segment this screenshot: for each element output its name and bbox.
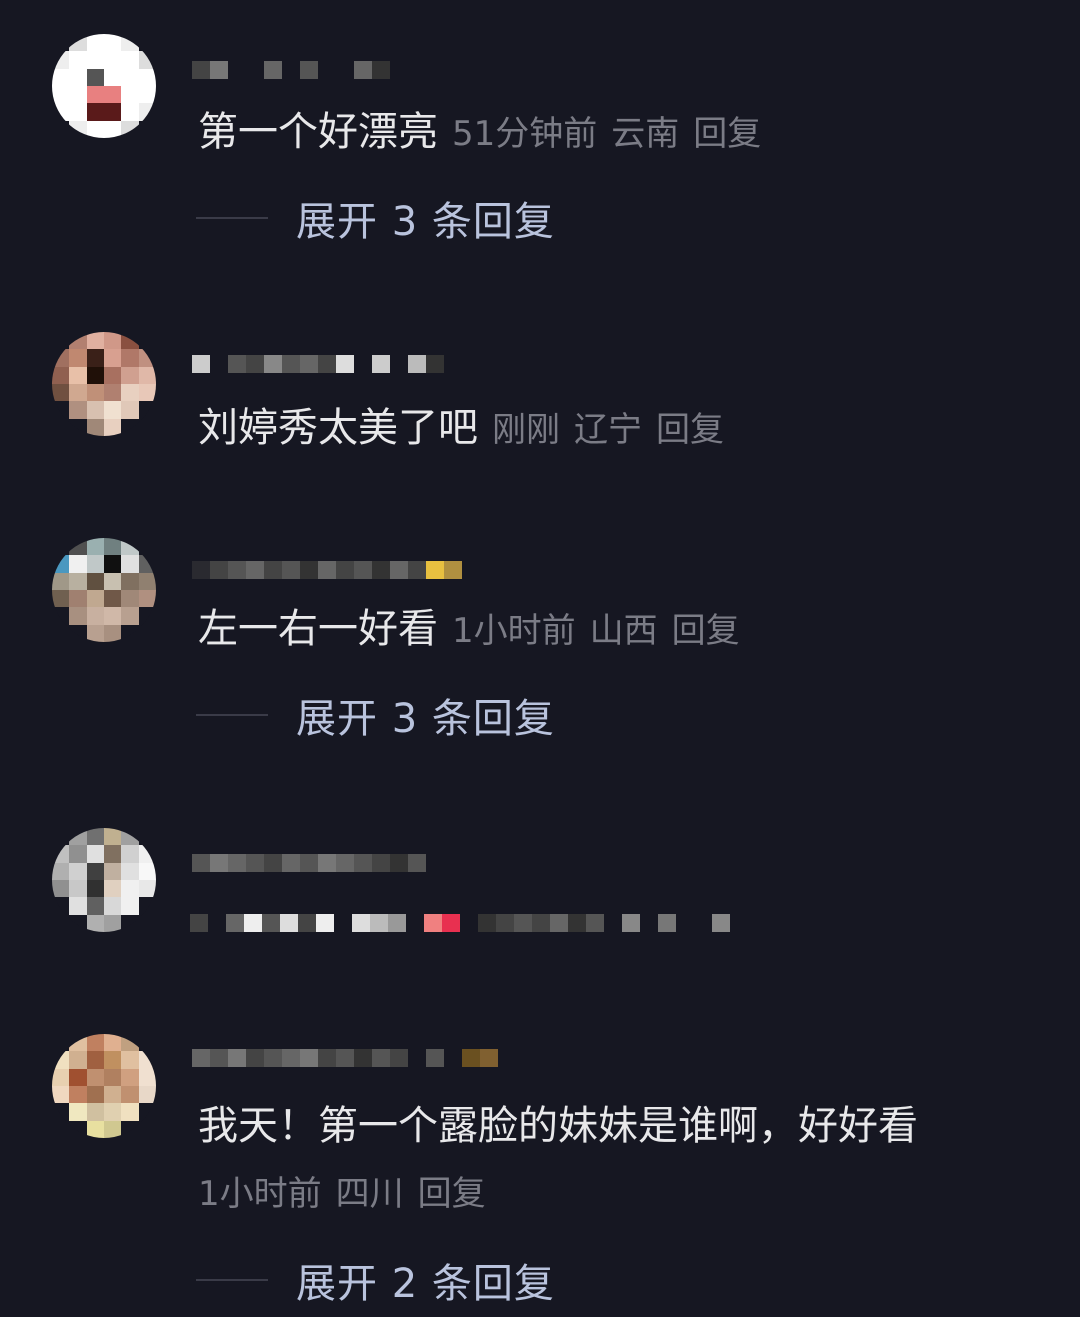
reply-button[interactable]: 回复 — [656, 410, 724, 450]
comment-meta: 1小时前 四川 回复 — [198, 1172, 486, 1216]
reply-button[interactable]: 回复 — [418, 1174, 486, 1214]
reply-button[interactable]: 回复 — [672, 611, 740, 651]
expand-replies-label: 展开 2 条回复 — [296, 1261, 555, 1307]
username[interactable] — [192, 1038, 498, 1078]
avatar[interactable] — [52, 538, 156, 642]
reply-button[interactable]: 回复 — [693, 114, 761, 154]
username[interactable] — [192, 550, 462, 590]
comment-text: 左一右一好看 1小时前 山西 回复 — [198, 603, 740, 657]
comment-meta: 1小时前 山西 回复 — [452, 611, 740, 651]
comment-location: 四川 — [335, 1174, 404, 1214]
avatar[interactable] — [52, 828, 156, 932]
expand-replies-button[interactable]: 展开 3 条回复 — [196, 690, 555, 742]
username[interactable] — [192, 50, 390, 90]
username[interactable] — [192, 843, 426, 883]
divider-line — [196, 217, 268, 219]
comment-time: 1小时前 — [198, 1174, 322, 1214]
comment-meta: 刚刚 辽宁 回复 — [492, 410, 724, 450]
comment-list: 第一个好漂亮 51分钟前 云南 回复 展开 3 条回复 刘婷秀太美了吧 刚刚 辽宁 回复 左… — [0, 0, 1080, 1317]
divider-line — [196, 1279, 268, 1281]
expand-replies-label: 展开 3 条回复 — [296, 199, 555, 245]
expand-replies-label: 展开 3 条回复 — [296, 696, 555, 742]
comment-text: 刘婷秀太美了吧 刚刚 辽宁 回复 — [198, 402, 724, 456]
avatar[interactable] — [52, 34, 156, 138]
expand-replies-button[interactable]: 展开 3 条回复 — [196, 193, 555, 245]
comment-body: 我天！第一个露脸的妹妹是谁啊，好好看 — [198, 1103, 918, 1149]
comment-text: 我天！第一个露脸的妹妹是谁啊，好好看 — [198, 1100, 918, 1152]
comment-time: 刚刚 — [492, 410, 560, 450]
comment-time: 51分钟前 — [452, 114, 598, 154]
comment-body: 左一右一好看 — [198, 606, 438, 652]
comment-location: 云南 — [611, 114, 680, 154]
expand-replies-button[interactable]: 展开 2 条回复 — [196, 1255, 555, 1307]
comment-text: 第一个好漂亮 51分钟前 云南 回复 — [198, 106, 761, 160]
divider-line — [196, 714, 268, 716]
username[interactable] — [192, 344, 444, 384]
pixelated-comment-text — [190, 898, 730, 948]
comment-body: 刘婷秀太美了吧 — [198, 405, 478, 451]
comment-meta: 51分钟前 云南 回复 — [452, 114, 761, 154]
avatar[interactable] — [52, 332, 156, 436]
comment-time: 1小时前 — [452, 611, 576, 651]
avatar[interactable] — [52, 1034, 156, 1138]
comment-location: 辽宁 — [574, 410, 642, 450]
comment-body: 第一个好漂亮 — [198, 109, 438, 155]
comment-location: 山西 — [589, 611, 658, 651]
